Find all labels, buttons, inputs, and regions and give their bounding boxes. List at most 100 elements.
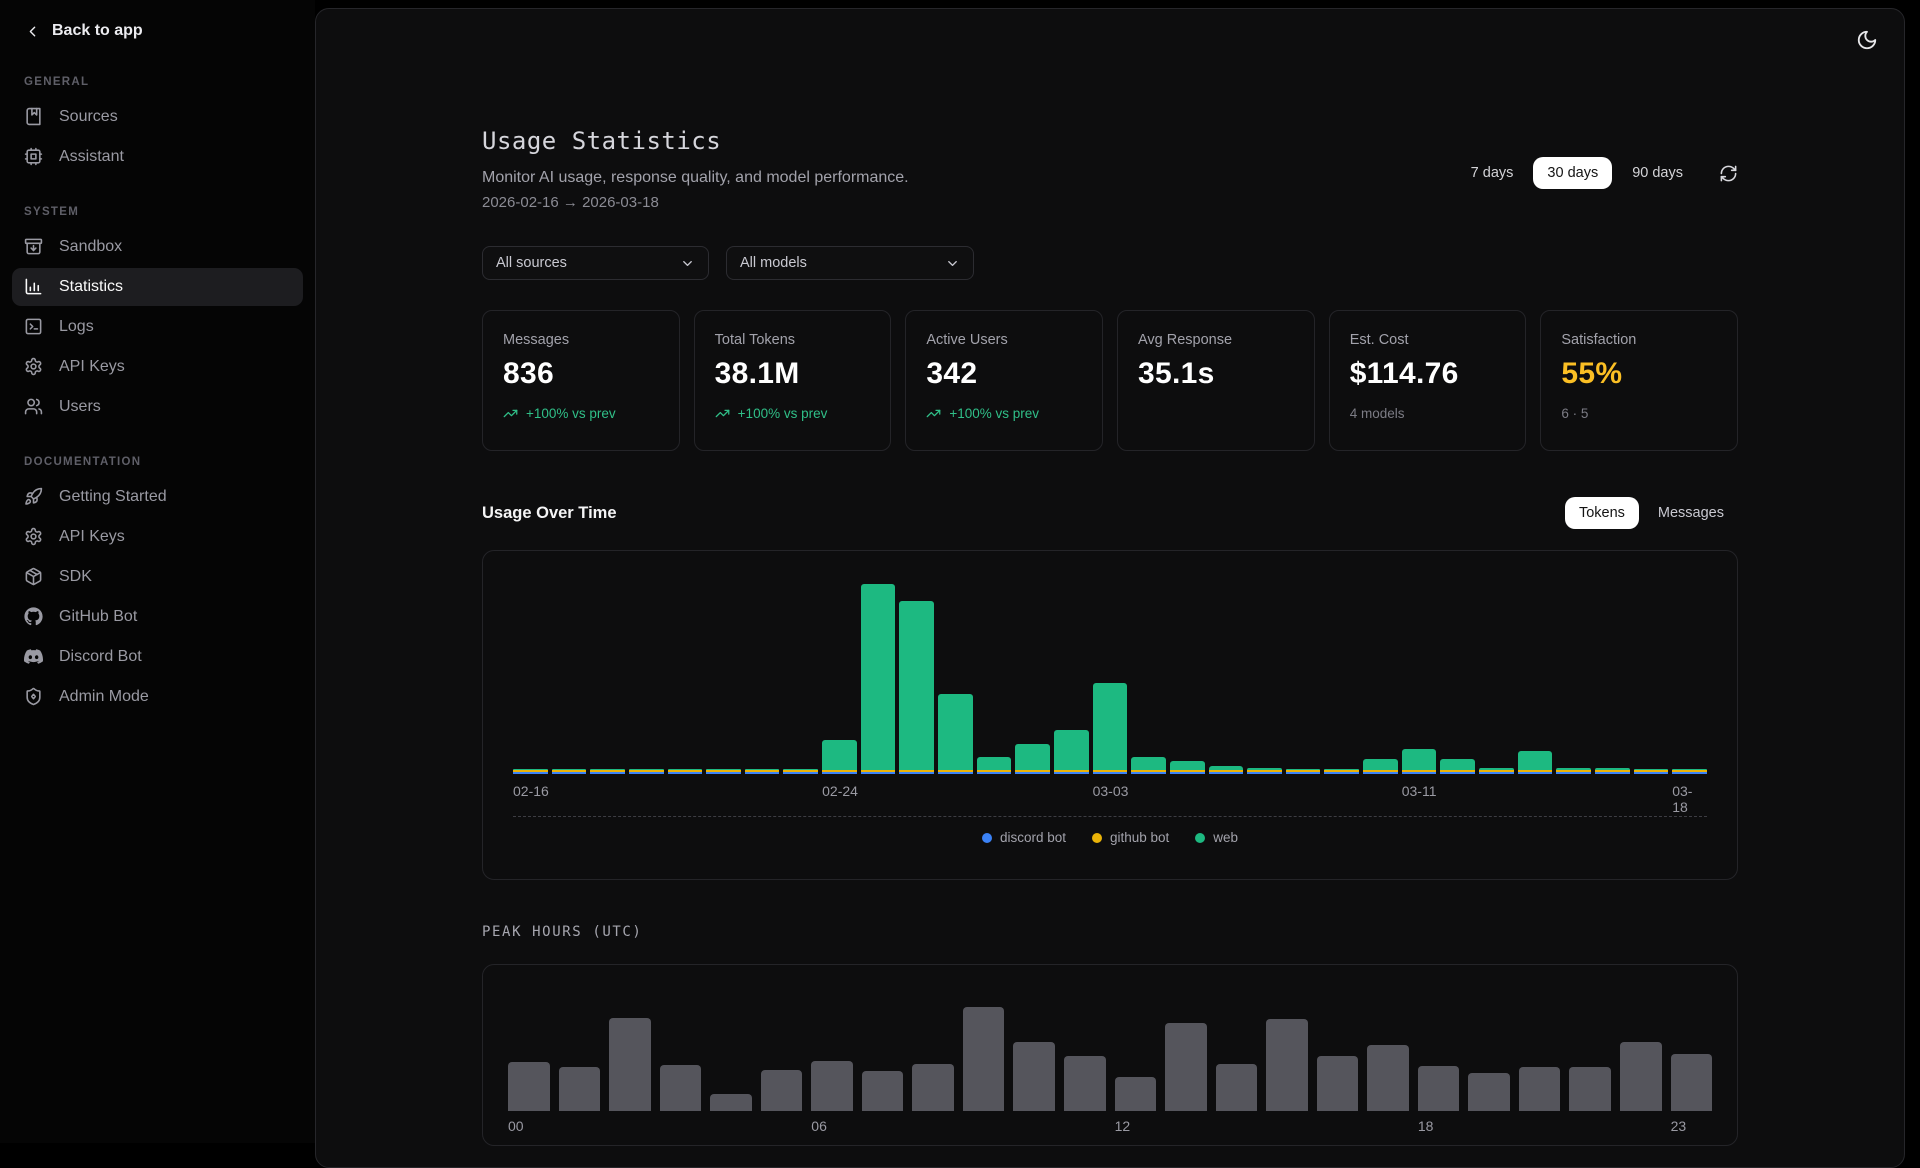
sidebar-item-github-bot[interactable]: GitHub Bot (12, 598, 303, 636)
source-filter-select[interactable]: All sources (482, 246, 709, 280)
toggle-button-tokens[interactable]: Tokens (1565, 497, 1639, 529)
usage-x-tick-slot (1054, 783, 1089, 801)
peak-bar-18[interactable] (1418, 1066, 1460, 1111)
range-button-90-days[interactable]: 90 days (1618, 157, 1697, 189)
peak-bar-23[interactable] (1671, 1054, 1713, 1111)
usage-bar-03-13[interactable] (1479, 768, 1514, 774)
usage-bar-03-03[interactable] (1093, 683, 1128, 774)
sidebar-item-getting-started[interactable]: Getting Started (12, 478, 303, 516)
usage-bar-03-17[interactable] (1634, 769, 1669, 774)
peak-bar-05[interactable] (761, 1070, 803, 1111)
usage-bar-02-24[interactable] (822, 740, 857, 774)
sidebar-item-api-keys[interactable]: API Keys (12, 518, 303, 556)
sidebar-item-admin-mode[interactable]: Admin Mode (12, 678, 303, 716)
usage-x-tick-slot (1324, 783, 1359, 801)
bar-segment-discord (1363, 772, 1398, 774)
github-icon (24, 607, 44, 627)
peak-bar-16[interactable] (1317, 1056, 1359, 1111)
peak-bar-15[interactable] (1266, 1019, 1308, 1111)
peak-bar-13[interactable] (1165, 1023, 1207, 1111)
users-icon (24, 397, 44, 417)
usage-bar-02-25[interactable] (861, 584, 896, 774)
usage-bar-03-15[interactable] (1556, 768, 1591, 774)
bar-segment-discord (1479, 772, 1514, 774)
peak-bar-11[interactable] (1064, 1056, 1106, 1111)
usage-bar-03-05[interactable] (1170, 761, 1205, 774)
bar-segment-discord (1209, 772, 1244, 774)
usage-bar-03-04[interactable] (1131, 757, 1166, 774)
sidebar-item-statistics[interactable]: Statistics (12, 268, 303, 306)
rocket-icon (24, 487, 44, 507)
usage-bar-02-17[interactable] (552, 769, 587, 774)
usage-x-tick-slot: 02-16 (513, 783, 548, 801)
refresh-button[interactable] (1719, 164, 1738, 183)
usage-bar-03-06[interactable] (1209, 766, 1244, 774)
usage-x-tick-slot: 02-24 (822, 783, 857, 801)
peak-x-tick-slot (862, 1118, 904, 1134)
peak-bar-10[interactable] (1013, 1042, 1055, 1111)
peak-bar-17[interactable] (1367, 1045, 1409, 1111)
usage-bar-02-16[interactable] (513, 769, 548, 774)
usage-bar-02-19[interactable] (629, 769, 664, 774)
peak-bar-22[interactable] (1620, 1042, 1662, 1111)
peak-bar-08[interactable] (912, 1064, 954, 1111)
refresh-icon (1719, 164, 1738, 183)
bar-segment-web (822, 740, 857, 770)
peak-bar-12[interactable] (1115, 1077, 1157, 1111)
usage-bar-03-10[interactable] (1363, 759, 1398, 774)
usage-bar-03-02[interactable] (1054, 730, 1089, 774)
chevron-left-icon (24, 23, 41, 40)
peak-bar-03[interactable] (660, 1065, 702, 1111)
peak-bar-04[interactable] (710, 1094, 752, 1111)
peak-bar-01[interactable] (559, 1067, 601, 1111)
peak-x-tick-slot (609, 1118, 651, 1134)
peak-bar-07[interactable] (862, 1071, 904, 1111)
bar-segment-discord (977, 772, 1012, 774)
peak-bar-20[interactable] (1519, 1067, 1561, 1111)
theme-toggle-button[interactable] (1856, 29, 1878, 51)
sidebar-item-api-keys[interactable]: API Keys (12, 348, 303, 386)
bar-segment-discord (1595, 772, 1630, 774)
sidebar-item-assistant[interactable]: Assistant (12, 138, 303, 176)
back-to-app-button[interactable]: Back to app (12, 16, 303, 46)
trending-up-icon (715, 406, 730, 421)
usage-bar-03-12[interactable] (1440, 759, 1475, 774)
usage-bar-02-18[interactable] (590, 769, 625, 774)
toggle-button-messages[interactable]: Messages (1644, 497, 1738, 529)
usage-bar-02-21[interactable] (706, 769, 741, 774)
usage-bar-02-28[interactable] (977, 757, 1012, 774)
sidebar-item-sandbox[interactable]: Sandbox (12, 228, 303, 266)
range-button-30-days[interactable]: 30 days (1533, 157, 1612, 189)
trending-up-icon (926, 406, 941, 421)
peak-bar-09[interactable] (963, 1007, 1005, 1111)
usage-bar-02-26[interactable] (899, 601, 934, 774)
peak-bar-06[interactable] (811, 1061, 853, 1111)
peak-bar-21[interactable] (1569, 1067, 1611, 1111)
peak-bar-02[interactable] (609, 1018, 651, 1111)
sidebar-item-label: SDK (59, 568, 92, 586)
usage-bar-03-11[interactable] (1402, 749, 1437, 774)
sidebar-item-sources[interactable]: Sources (12, 98, 303, 136)
sidebar-item-sdk[interactable]: SDK (12, 558, 303, 596)
usage-bar-02-27[interactable] (938, 694, 973, 774)
peak-bar-00[interactable] (508, 1062, 550, 1111)
usage-bar-03-07[interactable] (1247, 768, 1282, 774)
usage-x-tick-slot (783, 783, 818, 801)
usage-bar-03-08[interactable] (1286, 769, 1321, 774)
model-filter-select[interactable]: All models (726, 246, 974, 280)
usage-bar-03-09[interactable] (1324, 769, 1359, 774)
sidebar-item-users[interactable]: Users (12, 388, 303, 426)
peak-bar-14[interactable] (1216, 1064, 1258, 1111)
peak-bar-19[interactable] (1468, 1073, 1510, 1111)
usage-bar-02-22[interactable] (745, 769, 780, 774)
range-button-7-days[interactable]: 7 days (1457, 157, 1528, 189)
usage-x-tick-slot (1518, 783, 1553, 801)
usage-bar-03-16[interactable] (1595, 768, 1630, 774)
usage-bar-03-18[interactable] (1672, 769, 1707, 774)
usage-bar-03-01[interactable] (1015, 744, 1050, 774)
usage-bar-02-23[interactable] (783, 769, 818, 774)
usage-bar-02-20[interactable] (668, 769, 703, 774)
sidebar-item-discord-bot[interactable]: Discord Bot (12, 638, 303, 676)
sidebar-item-logs[interactable]: Logs (12, 308, 303, 346)
usage-bar-03-14[interactable] (1518, 751, 1553, 774)
